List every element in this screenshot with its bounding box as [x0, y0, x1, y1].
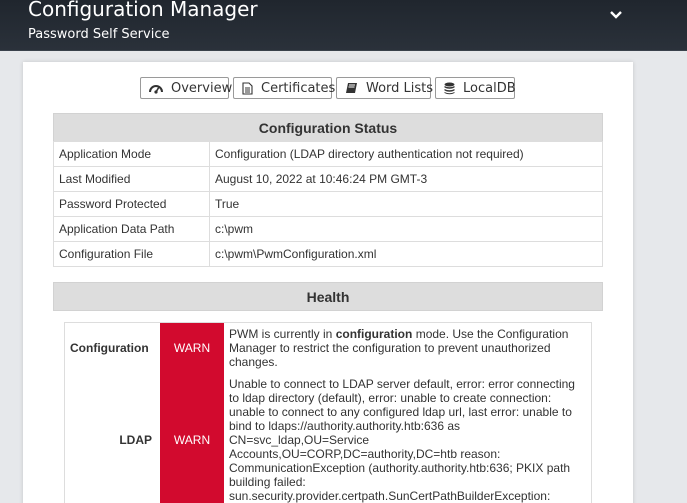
page-title: Configuration Manager: [28, 0, 258, 21]
tab-label: LocalDB: [463, 80, 516, 96]
tab-overview[interactable]: Overview: [140, 77, 233, 99]
status-key: Application Data Path: [53, 216, 210, 242]
main-panel: Overview Certificates Word Lists LocalDB…: [23, 62, 633, 503]
file-text-icon: [242, 81, 253, 95]
health-category: LDAP: [119, 433, 152, 447]
health-category: Configuration: [70, 341, 149, 355]
status-key: Application Mode: [53, 141, 210, 167]
app-header: Configuration Manager Password Self Serv…: [0, 0, 687, 51]
health-row: LDAP WARN Unable to connect to LDAP serv…: [65, 373, 591, 503]
tab-word-lists[interactable]: Word Lists: [336, 77, 434, 99]
table-row: Password Protected True: [53, 191, 603, 217]
health-message: Unable to connect to LDAP server default…: [229, 377, 575, 503]
table-row: Application Mode Configuration (LDAP dir…: [53, 141, 603, 167]
status-value: Configuration (LDAP directory authentica…: [209, 141, 603, 167]
health-table: Configuration WARN PWM is currently in c…: [65, 323, 591, 503]
status-badge: WARN: [160, 373, 224, 503]
health-message: PWM is currently in configuration mode. …: [229, 327, 569, 369]
tab-label: Overview: [171, 80, 233, 96]
database-icon: [444, 82, 455, 94]
configuration-status-heading: Configuration Status: [53, 113, 603, 142]
tab-label: Certificates: [261, 80, 336, 96]
health-row: Configuration WARN PWM is currently in c…: [65, 323, 591, 373]
status-value: c:\pwm: [209, 216, 603, 242]
status-key: Last Modified: [53, 166, 210, 192]
status-key: Configuration File: [53, 241, 210, 267]
chevron-down-icon[interactable]: [609, 9, 623, 21]
configuration-status-table: Application Mode Configuration (LDAP dir…: [53, 141, 603, 267]
tab-label: Word Lists: [366, 80, 434, 96]
status-key: Password Protected: [53, 191, 210, 217]
table-row: Configuration File c:\pwm\PwmConfigurati…: [53, 241, 603, 267]
health-heading: Health: [53, 282, 603, 311]
tab-certificates[interactable]: Certificates: [233, 77, 336, 99]
status-value: c:\pwm\PwmConfiguration.xml: [209, 241, 603, 267]
tab-localdb[interactable]: LocalDB: [435, 77, 516, 99]
status-badge: WARN: [160, 323, 224, 373]
health-panel: Configuration WARN PWM is currently in c…: [64, 322, 592, 503]
tab-bar: Overview Certificates Word Lists LocalDB: [140, 77, 516, 99]
page-subtitle: Password Self Service: [28, 27, 170, 42]
table-row: Last Modified August 10, 2022 at 10:46:2…: [53, 166, 603, 192]
book-icon: [346, 83, 357, 93]
status-value: True: [209, 191, 603, 217]
status-value: August 10, 2022 at 10:46:24 PM GMT-3: [209, 166, 603, 192]
dashboard-icon: [149, 85, 163, 94]
table-row: Application Data Path c:\pwm: [53, 216, 603, 242]
